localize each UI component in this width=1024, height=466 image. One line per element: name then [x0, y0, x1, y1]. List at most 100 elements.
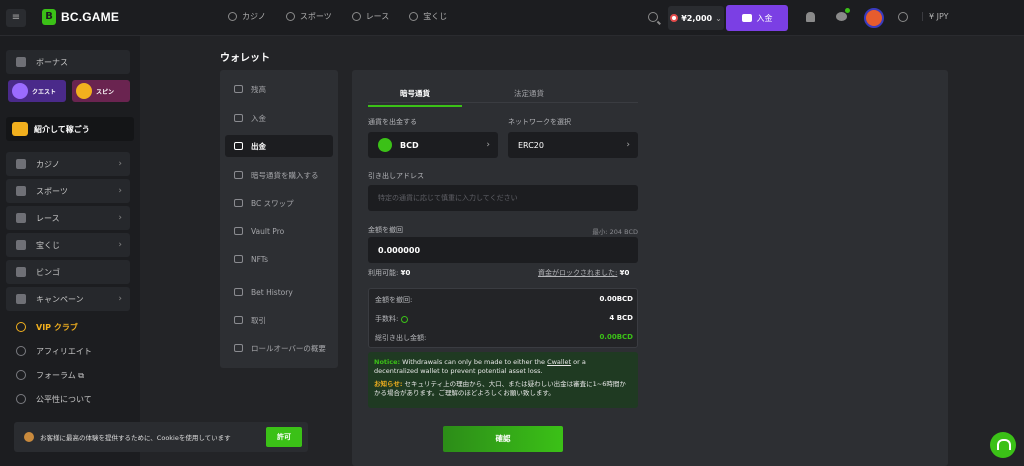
nft-icon: [234, 255, 243, 263]
vault-icon: [234, 227, 243, 235]
deposit-icon: [234, 114, 243, 122]
bcd-coin-icon: [378, 138, 392, 152]
globe-icon[interactable]: [898, 12, 908, 22]
summary-fee: 手数料: 4 BCD: [375, 314, 633, 323]
cookie-text: お客様に最高の体験を提供するために、Cookieを使用しています: [40, 434, 231, 442]
wallet-menu-transactions[interactable]: 取引: [225, 309, 333, 331]
bingo-icon: [16, 267, 26, 277]
wallet-menu-withdraw[interactable]: 出金: [225, 135, 333, 157]
sidebar-quest[interactable]: クエスト: [8, 80, 66, 102]
wallet-icon: [741, 14, 752, 22]
page-title: ウォレット: [220, 53, 270, 64]
sidebar-item-sports[interactable]: スポーツ ›: [6, 179, 130, 203]
amount-min: 最小: 204 BCD: [592, 228, 638, 236]
currency-selector[interactable]: ¥ JPY: [922, 12, 949, 21]
logo[interactable]: B BC.GAME: [42, 9, 119, 25]
balance-icon: [234, 85, 243, 93]
withdraw-panel: 暗号通貨 法定通貨 通貨を出金する ネットワークを選択 BCD › ERC20 …: [352, 70, 948, 466]
history-icon: [234, 288, 243, 296]
summary-withdraw: 金額を撤回: 0.00BCD: [375, 295, 633, 304]
nav-race[interactable]: レース: [351, 11, 389, 22]
sidebar-bonus[interactable]: ボーナス: [6, 50, 130, 74]
help-icon[interactable]: [401, 315, 409, 323]
gift-icon: [16, 57, 26, 67]
chevron-right-icon: ›: [118, 186, 122, 196]
forum-icon: [16, 370, 26, 380]
withdraw-icon: [234, 142, 243, 150]
nav-sports[interactable]: スポーツ: [285, 11, 332, 22]
sidebar-spin[interactable]: スピン: [72, 80, 130, 102]
spin-wheel-icon: [76, 83, 92, 99]
sidebar: ボーナス クエスト スピン 紹介して稼ごう カジノ › スポーツ › レース ›…: [0, 36, 140, 466]
summary-total: 総引き出し金額: 0.00BCD: [375, 333, 633, 342]
chevron-right-icon: ›: [118, 294, 122, 304]
tab-crypto[interactable]: 暗号通貨: [368, 88, 462, 107]
wallet-menu-deposit[interactable]: 入金: [225, 107, 333, 129]
wallet-menu-swap[interactable]: BC スワップ: [225, 192, 333, 214]
lottery-icon: [409, 12, 419, 21]
sidebar-item-casino[interactable]: カジノ ›: [6, 152, 130, 176]
fairness-icon: [16, 394, 26, 404]
address-input[interactable]: 特定の通貨に応じて慎重に入力してください: [368, 185, 638, 211]
network-select[interactable]: ERC20 ›: [508, 132, 638, 158]
chevron-right-icon: ›: [626, 140, 630, 150]
sidebar-item-campaign[interactable]: キャンペーン ›: [6, 287, 130, 311]
lottery-icon: [16, 240, 26, 250]
logo-text: BC.GAME: [61, 10, 120, 24]
chevron-right-icon: ›: [118, 213, 122, 223]
balance-value: ¥2,000: [681, 13, 713, 23]
tab-fiat[interactable]: 法定通貨: [482, 88, 576, 105]
top-nav: カジノ スポーツ レース 宝くじ: [228, 11, 447, 22]
sidebar-item-race[interactable]: レース ›: [6, 206, 130, 230]
notice-japanese: お知らせ: セキュリティ上の理由から、大口、または疑わしい出金は審査に1~6時間…: [374, 380, 626, 397]
wallet-menu-vault-pro[interactable]: Vault Pro: [225, 220, 333, 242]
support-headset-icon[interactable]: [990, 432, 1016, 458]
deposit-button[interactable]: 入金: [726, 5, 788, 31]
nav-casino[interactable]: カジノ: [228, 11, 266, 22]
search-icon[interactable]: [648, 12, 658, 22]
buy-crypto-icon: [234, 171, 243, 179]
wallet-menu-bet-history[interactable]: Bet History: [225, 281, 333, 303]
bell-icon[interactable]: [806, 12, 815, 22]
wallet-menu-nfts[interactable]: NFTs: [225, 248, 333, 270]
wallet-menu-balance[interactable]: 残高: [225, 78, 333, 100]
sports-icon: [16, 186, 26, 196]
amount-label: 金額を撤回: [368, 226, 403, 234]
notice-english: Notice: Withdrawals can only be made to …: [374, 358, 586, 375]
sidebar-item-fairness[interactable]: 公平性について: [6, 388, 130, 410]
cookie-accept-button[interactable]: 許可: [266, 427, 302, 447]
logo-icon: B: [42, 9, 56, 25]
confirm-button[interactable]: 確認: [443, 426, 563, 452]
chat-icon[interactable]: [836, 12, 847, 21]
cwallet-link[interactable]: Cwallet: [547, 358, 571, 366]
hamburger-icon[interactable]: ≡: [6, 9, 26, 27]
withdraw-summary: 金額を撤回: 0.00BCD 手数料: 4 BCD 総引き出し金額: 0.00B…: [368, 288, 638, 348]
affiliate-icon: [16, 346, 26, 356]
chevron-down-icon: ⌄: [715, 13, 722, 23]
race-icon: [351, 12, 361, 21]
campaign-icon: [16, 294, 26, 304]
transactions-icon: [234, 316, 243, 324]
amount-input[interactable]: 0.000000: [368, 237, 638, 263]
balance-selector[interactable]: ¥2,000 ⌄: [668, 6, 724, 30]
locked-funds[interactable]: 資金がロックされました: ¥0: [538, 268, 629, 278]
sidebar-item-affiliate[interactable]: アフィリエイト: [6, 340, 130, 362]
sidebar-item-vip[interactable]: VIP クラブ: [6, 316, 130, 338]
chevron-right-icon: ›: [486, 140, 490, 150]
chart-icon: [234, 344, 243, 352]
sidebar-item-forum[interactable]: フォーラム ⧉: [6, 364, 130, 386]
currency-select[interactable]: BCD ›: [368, 132, 498, 158]
jpy-coin-icon: [670, 14, 679, 22]
sidebar-item-lottery[interactable]: 宝くじ ›: [6, 233, 130, 257]
sidebar-item-bingo[interactable]: ビンゴ: [6, 260, 130, 284]
avatar[interactable]: [864, 8, 884, 28]
wallet-menu-rollover[interactable]: ロールオーバーの概要: [225, 337, 333, 359]
wallet-menu-buy-crypto[interactable]: 暗号通貨を購入する: [225, 164, 333, 186]
currency-label: 通貨を出金する: [368, 118, 417, 126]
nav-lottery[interactable]: 宝くじ: [409, 11, 447, 22]
coin-gift-icon: [12, 122, 28, 136]
withdraw-notice: Notice: Withdrawals can only be made to …: [368, 352, 638, 408]
sidebar-refer-earn[interactable]: 紹介して稼ごう: [6, 117, 134, 141]
casino-icon: [16, 159, 26, 169]
sports-icon: [285, 12, 295, 21]
